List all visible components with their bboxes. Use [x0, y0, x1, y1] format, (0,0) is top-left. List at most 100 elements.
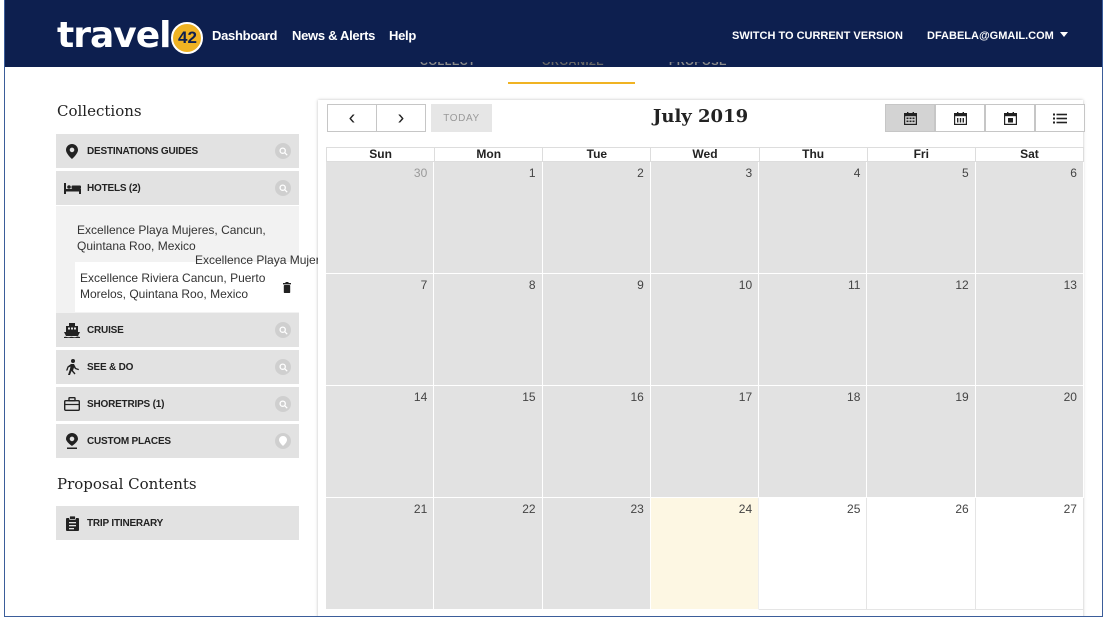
calendar-day-cell[interactable]: 1 — [434, 162, 543, 274]
map-pin-icon[interactable] — [275, 433, 291, 449]
proposal-item-label: TRIP ITINERARY — [87, 517, 164, 529]
search-icon[interactable] — [275, 180, 291, 196]
search-icon[interactable] — [275, 322, 291, 338]
switch-version-link[interactable]: SWITCH TO CURRENT VERSION — [732, 30, 903, 42]
calendar-day-cell[interactable]: 11 — [759, 274, 868, 386]
search-icon[interactable] — [275, 396, 291, 412]
travel42-logo[interactable]: travel 42 — [57, 16, 204, 56]
calendar-day-cell[interactable]: 25 — [759, 498, 868, 610]
calendar-day-cell[interactable]: 3 — [650, 162, 760, 274]
calendar-day-cell[interactable]: 7 — [326, 274, 435, 386]
calendar-day-cell[interactable]: 18 — [759, 386, 868, 498]
collections-title: Collections — [57, 102, 142, 120]
next-month-button[interactable]: › — [376, 104, 426, 132]
collection-label: SEE & DO — [87, 361, 134, 373]
day-number: 19 — [955, 390, 969, 404]
day-number: 23 — [630, 502, 644, 516]
day-number: 22 — [522, 502, 536, 516]
calendar-day-cell[interactable]: 20 — [975, 386, 1084, 498]
calendar-day-cell[interactable]: 14 — [326, 386, 435, 498]
day-number: 6 — [1070, 166, 1077, 180]
day-number: 25 — [847, 502, 861, 516]
collection-label: HOTELS (2) — [87, 182, 141, 194]
proposal-trip-itinerary[interactable]: TRIP ITINERARY — [56, 506, 299, 540]
day-number: 13 — [1063, 278, 1077, 292]
map-pin-icon — [63, 142, 81, 160]
week-view-button[interactable] — [935, 104, 985, 132]
calendar-day-cell[interactable]: 10 — [650, 274, 760, 386]
day-number: 14 — [413, 390, 428, 404]
collection-cruise[interactable]: CRUISE — [56, 313, 299, 347]
day-number: 2 — [637, 166, 644, 180]
nav-dashboard[interactable]: Dashboard — [212, 28, 278, 43]
day-number: 20 — [1063, 390, 1077, 404]
day-number: 21 — [413, 502, 428, 516]
calendar-day-cell[interactable]: 13 — [975, 274, 1084, 386]
collection-see-and-do[interactable]: SEE & DO — [56, 350, 299, 384]
bed-icon — [63, 179, 81, 197]
day-number: 3 — [745, 166, 753, 180]
calendar-day-cell[interactable]: 19 — [867, 386, 976, 498]
day-number: 7 — [420, 278, 428, 292]
month-view-button[interactable] — [885, 104, 935, 132]
calendar-day-cell[interactable]: 8 — [434, 274, 543, 386]
calendar-day-cell[interactable]: 4 — [759, 162, 868, 274]
calendar-week: 21 22 23 24 25 26 27 — [326, 498, 1084, 610]
week-view-icon — [953, 111, 967, 125]
day-number: 27 — [1063, 502, 1077, 516]
calendar-day-cell[interactable]: 16 — [542, 386, 651, 498]
day-number: 5 — [962, 166, 969, 180]
calendar-week: 30 1 2 3 4 5 6 — [326, 162, 1084, 274]
list-view-button[interactable] — [1035, 104, 1085, 132]
user-email: DFABELA@GMAIL.COM — [927, 30, 1054, 42]
today-button[interactable]: TODAY — [431, 104, 492, 132]
day-number: 17 — [738, 390, 753, 404]
prev-month-button[interactable]: ‹ — [327, 104, 377, 132]
calendar-grid: 30 1 2 3 4 5 6 7 8 9 10 11 12 13 14 15 1… — [326, 162, 1084, 610]
calendar-day-cell[interactable]: 26 — [867, 498, 976, 610]
calendar-day-cell[interactable]: 30 — [326, 162, 435, 274]
hotel-item[interactable]: Excellence Riviera Cancun, Puerto Morelo… — [75, 262, 299, 312]
logo-badge: 42 — [171, 22, 204, 54]
weekday-tue: Tue — [543, 147, 652, 162]
day-number: 18 — [847, 390, 861, 404]
walking-person-icon — [63, 358, 81, 376]
nav-news-alerts[interactable]: News & Alerts — [292, 28, 375, 43]
search-icon[interactable] — [275, 359, 291, 375]
chevron-down-icon — [1059, 32, 1068, 37]
calendar-day-cell[interactable]: 15 — [434, 386, 543, 498]
calendar-week: 7 8 9 10 11 12 13 — [326, 274, 1084, 386]
search-icon[interactable] — [275, 143, 291, 159]
collection-custom-places[interactable]: CUSTOM PLACES — [56, 424, 299, 458]
day-number: 11 — [847, 278, 861, 292]
day-number: 10 — [738, 278, 753, 292]
calendar-day-cell[interactable]: 23 — [542, 498, 651, 610]
hotel-item[interactable]: Excellence Playa Mujeres, Cancun, Quinta… — [77, 222, 287, 254]
day-number: 16 — [630, 390, 644, 404]
nav-help[interactable]: Help — [389, 28, 416, 43]
collection-shoretrips[interactable]: SHORETRIPS (1) — [56, 387, 299, 421]
calendar-day-cell[interactable]: 5 — [867, 162, 976, 274]
trash-icon[interactable] — [283, 280, 291, 298]
calendar-day-cell[interactable]: 27 — [975, 498, 1084, 610]
calendar-day-cell[interactable]: 21 — [326, 498, 435, 610]
calendar-day-cell[interactable]: 9 — [542, 274, 651, 386]
collection-destinations-guides[interactable]: DESTINATIONS GUIDES — [56, 134, 299, 168]
weekday-sun: Sun — [326, 147, 436, 162]
collection-label: DESTINATIONS GUIDES — [87, 145, 199, 157]
calendar-day-cell[interactable]: 12 — [867, 274, 976, 386]
user-menu[interactable]: DFABELA@GMAIL.COM — [927, 30, 1068, 42]
calendar-day-cell[interactable]: 2 — [542, 162, 651, 274]
calendar-day-cell[interactable]: 6 — [975, 162, 1084, 274]
day-number: 8 — [528, 278, 536, 292]
calendar-day-cell-today[interactable]: 24 — [650, 498, 760, 610]
calendar-day-cell[interactable]: 22 — [434, 498, 543, 610]
day-number: 26 — [955, 502, 969, 516]
day-number: 1 — [528, 166, 536, 180]
calendar-day-cell[interactable]: 17 — [650, 386, 760, 498]
day-number: 30 — [413, 166, 428, 180]
day-view-button[interactable] — [985, 104, 1035, 132]
list-view-icon — [1053, 113, 1067, 123]
collection-hotels[interactable]: HOTELS (2) — [56, 171, 299, 205]
day-number: 24 — [738, 502, 753, 516]
